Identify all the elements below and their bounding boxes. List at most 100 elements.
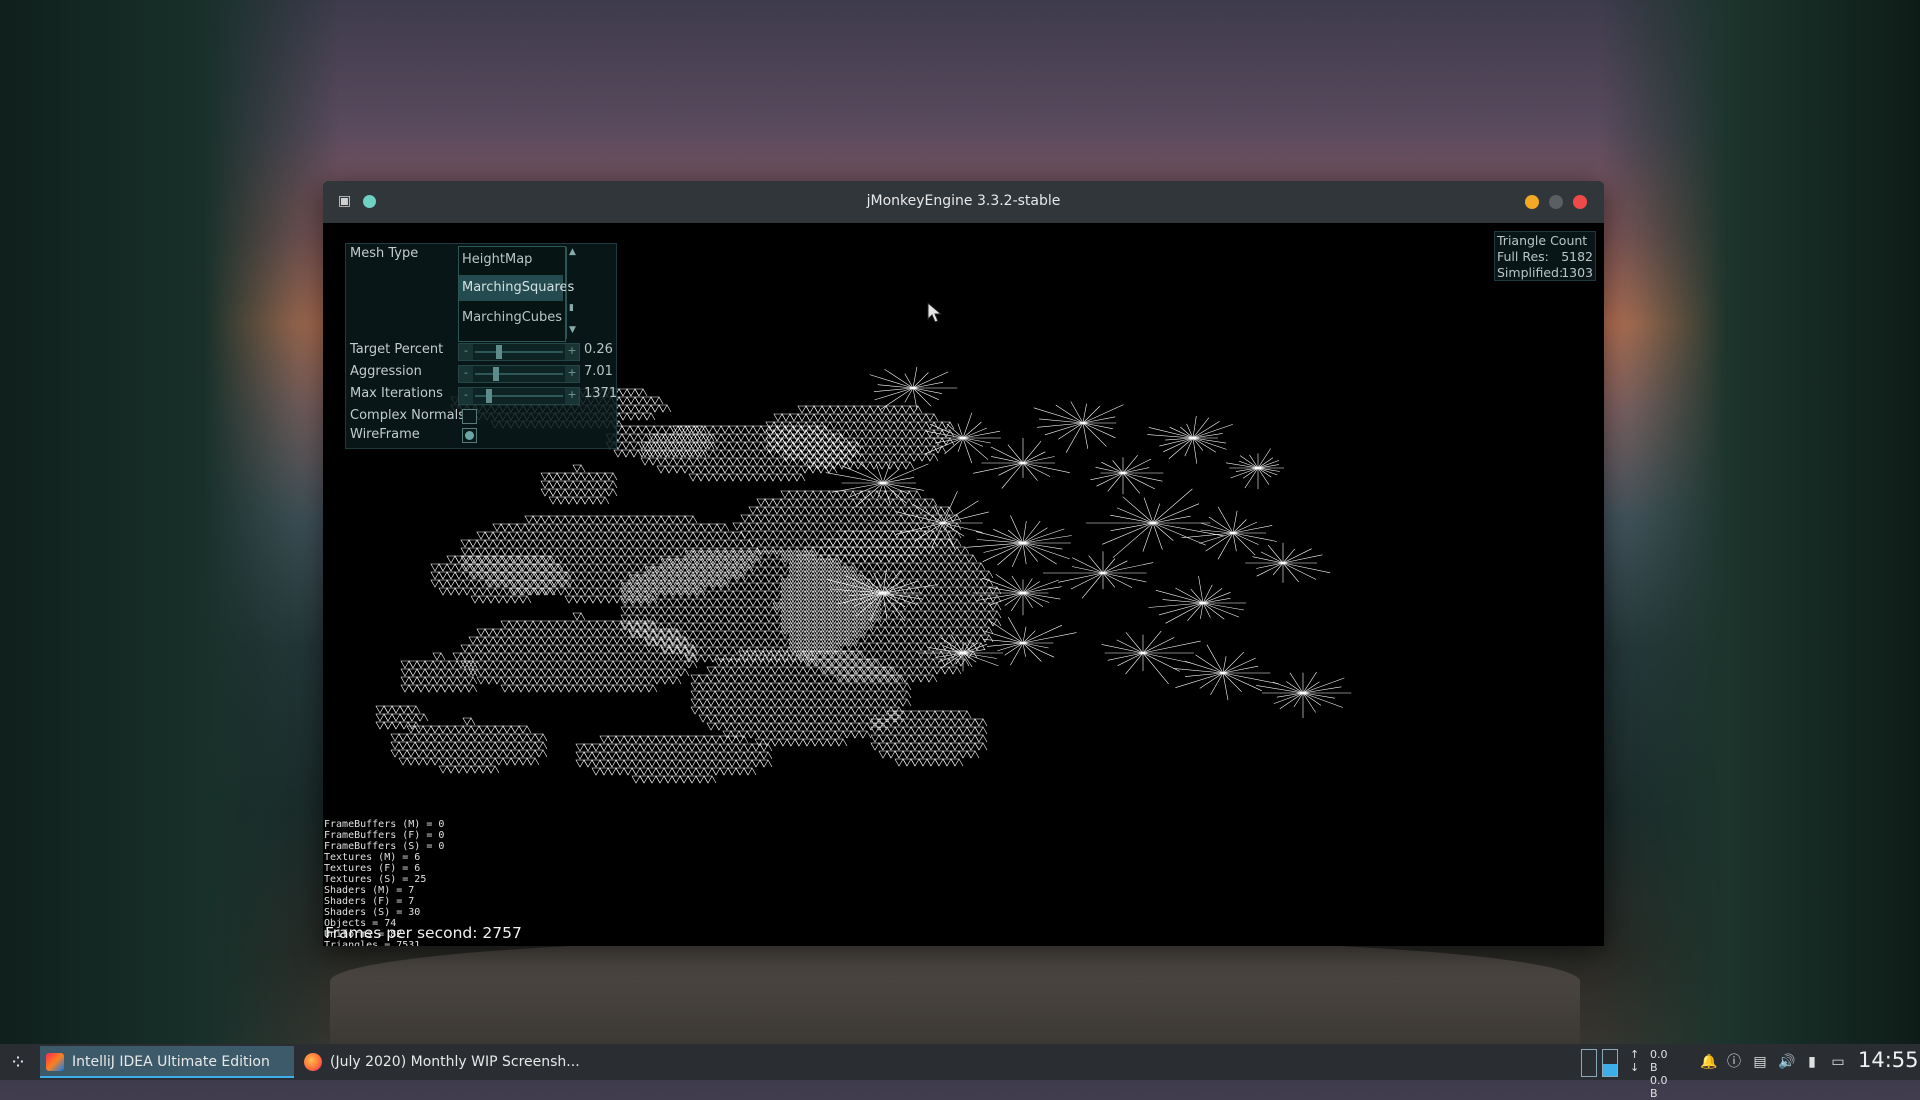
mesh-triangle	[759, 751, 773, 760]
complex-normals-checkbox[interactable]	[462, 409, 477, 424]
mesh-triangle	[850, 650, 864, 659]
max-iterations-label: Max Iterations	[350, 386, 443, 401]
mesh-triangle	[759, 759, 773, 768]
mesh-triangle	[542, 587, 556, 596]
mesh-fan	[1090, 455, 1164, 495]
increment-icon[interactable]: +	[565, 388, 579, 404]
mesh-fan	[869, 366, 958, 410]
mesh-fan	[973, 437, 1070, 489]
notifications-icon[interactable]: 🔔	[1700, 1053, 1717, 1071]
clock[interactable]: 14:55	[1858, 1048, 1919, 1072]
mesh-triangle	[464, 660, 478, 669]
target-percent-slider[interactable]: - +	[458, 343, 580, 361]
stats-line: Textures (M) = 6	[324, 852, 421, 863]
mesh-triangle	[844, 566, 858, 575]
slider-thumb[interactable]	[486, 389, 493, 403]
mesh-triangle	[908, 490, 922, 499]
wallpaper-rock	[330, 940, 1580, 1044]
mesh-triangle	[844, 638, 858, 647]
minimize-button[interactable]	[1525, 195, 1539, 209]
mesh-type-item-marchingcubes[interactable]: MarchingCubes	[459, 305, 563, 331]
mesh-type-item-heightmap[interactable]: HeightMap	[459, 247, 563, 273]
mesh-triangle	[792, 473, 806, 482]
increment-icon[interactable]: +	[565, 366, 579, 382]
intellij-icon	[46, 1053, 64, 1071]
render-viewport[interactable]: Mesh Type HeightMap MarchingSquares Marc…	[323, 223, 1604, 946]
mesh-triangle	[948, 522, 962, 531]
scroll-thumb-icon[interactable]: ▮	[569, 303, 574, 313]
close-button[interactable]	[1573, 195, 1587, 209]
firefox-icon	[304, 1053, 322, 1071]
maximize-button[interactable]	[1549, 195, 1563, 209]
mesh-triangle	[518, 595, 532, 604]
aggression-slider[interactable]: - +	[458, 365, 580, 383]
window-titlebar[interactable]: ▣ jMonkeyEngine 3.3.2-stable	[323, 181, 1604, 223]
decrement-icon[interactable]: -	[459, 388, 473, 404]
simplified-label: Simplified:	[1497, 265, 1564, 280]
app-window: ▣ jMonkeyEngine 3.3.2-stable Mesh Type H…	[323, 181, 1604, 946]
mesh-triangle	[972, 562, 986, 571]
clipboard-icon[interactable]: ▤	[1752, 1053, 1768, 1071]
mesh-type-item-marchingsquares[interactable]: MarchingSquares	[459, 275, 574, 301]
mesh-triangle	[860, 622, 874, 631]
battery-icon[interactable]: ▮	[1804, 1053, 1820, 1071]
mesh-triangle	[676, 668, 690, 677]
mesh-triangle	[898, 698, 912, 707]
mesh-type-list[interactable]: HeightMap MarchingSquares MarchingCubes …	[458, 246, 576, 342]
decrement-icon[interactable]: -	[459, 344, 473, 360]
mesh-triangle	[735, 735, 749, 744]
mesh-triangle	[866, 658, 880, 667]
mesh-fan	[1086, 488, 1225, 558]
max-iterations-value: 1371	[584, 386, 618, 401]
mesh-triangle	[898, 682, 912, 691]
mesh-triangle	[740, 539, 754, 548]
slider-thumb[interactable]	[496, 345, 503, 359]
mesh-triangle	[658, 404, 672, 413]
mesh-triangle	[966, 750, 980, 759]
scroll-up-icon[interactable]: ▲	[569, 247, 576, 257]
display-icon[interactable]: ▭	[1830, 1053, 1846, 1071]
mesh-triangle	[558, 579, 572, 588]
mesh-triangle	[558, 571, 572, 580]
mesh-triangle	[604, 480, 618, 489]
decrement-icon[interactable]: -	[459, 366, 473, 382]
simplified-value: 1303	[1561, 265, 1593, 280]
mesh-triangle	[486, 765, 500, 774]
task-firefox[interactable]: (July 2020) Monthly WIP Screensh...	[298, 1046, 580, 1078]
wireframe-checkbox[interactable]	[462, 428, 477, 443]
mesh-fan	[1147, 416, 1233, 464]
mesh-triangle	[898, 690, 912, 699]
application-launcher-icon[interactable]: ⁘	[4, 1048, 32, 1076]
mesh-type-scrollbar[interactable]: ▲ ▮ ▼	[566, 247, 579, 339]
mesh-triangle	[464, 676, 478, 685]
scroll-down-icon[interactable]: ▼	[569, 325, 576, 335]
mesh-triangle	[464, 668, 478, 677]
updates-icon[interactable]: ⓘ	[1726, 1053, 1742, 1071]
mesh-triangle	[407, 705, 421, 714]
slider-track	[475, 351, 563, 353]
wallpaper-trees-left	[0, 0, 340, 1044]
slider-thumb[interactable]	[493, 367, 500, 381]
mesh-triangle	[462, 717, 476, 726]
mesh-triangle	[852, 630, 866, 639]
mesh-triangle	[974, 718, 988, 727]
stats-line: FrameBuffers (M) = 0	[324, 819, 445, 830]
max-iterations-slider[interactable]: - +	[458, 387, 580, 405]
task-label: IntelliJ IDEA Ultimate Edition	[72, 1054, 270, 1070]
mesh-triangle	[924, 498, 938, 507]
mesh-triangle	[974, 734, 988, 743]
task-intellij[interactable]: IntelliJ IDEA Ultimate Edition	[40, 1046, 294, 1078]
virtual-desktop-1[interactable]	[1581, 1049, 1597, 1077]
virtual-desktop-2[interactable]	[1602, 1049, 1618, 1077]
mesh-triangle	[550, 563, 564, 572]
mesh-fan	[1245, 542, 1331, 583]
mesh-triangle	[925, 453, 939, 462]
mesh-triangle	[604, 472, 618, 481]
mesh-triangle	[604, 488, 618, 497]
fps-counter: Frames per second: 2757	[325, 924, 522, 942]
increment-icon[interactable]: +	[565, 344, 579, 360]
triangle-count-panel: Triangle Count Full Res: 5182 Simplified…	[1494, 231, 1596, 281]
volume-icon[interactable]: 🔊	[1778, 1053, 1795, 1071]
mesh-triangle	[882, 666, 896, 675]
window-title: jMonkeyEngine 3.3.2-stable	[866, 193, 1061, 209]
